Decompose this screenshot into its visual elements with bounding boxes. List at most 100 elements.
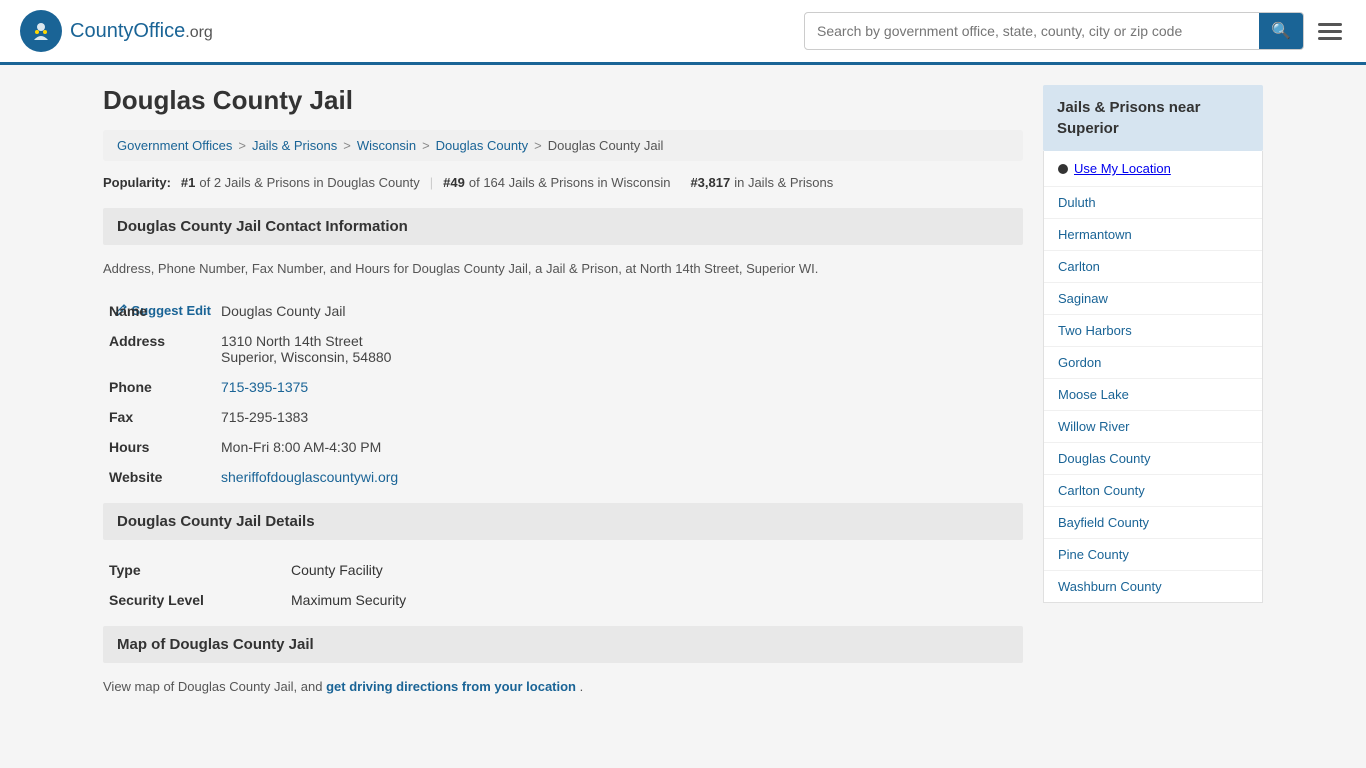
list-item: Gordon (1044, 347, 1262, 379)
contact-table: Suggest Edit Name Douglas County Jail Ad… (103, 295, 1023, 493)
popularity-label: Popularity: (103, 175, 171, 190)
breadcrumb-sep-1: > (238, 138, 246, 153)
page-title: Douglas County Jail (103, 85, 1023, 116)
details-section-header: Douglas County Jail Details (103, 503, 1023, 540)
security-label: Security Level (109, 592, 204, 608)
table-row: Suggest Edit Name Douglas County Jail (105, 297, 1021, 325)
menu-icon-line1 (1318, 23, 1342, 26)
logo: CountyOffice.org (20, 10, 213, 52)
header: CountyOffice.org 🔍 (0, 0, 1366, 65)
breadcrumb-item-gov[interactable]: Government Offices (117, 138, 232, 153)
search-bar: 🔍 (804, 12, 1304, 50)
search-button[interactable]: 🔍 (1259, 13, 1303, 49)
list-item: Willow River (1044, 411, 1262, 443)
use-my-location-item[interactable]: Use My Location (1044, 151, 1262, 187)
menu-icon-line2 (1318, 30, 1342, 33)
sidebar-link-bayfield-county[interactable]: Bayfield County (1058, 515, 1149, 530)
list-item: Two Harbors (1044, 315, 1262, 347)
table-row: Fax 715-295-1383 (105, 403, 1021, 431)
address-label: Address (109, 333, 165, 349)
logo-text: CountyOffice.org (70, 20, 213, 43)
website-link[interactable]: sheriffofdouglascountywi.org (221, 469, 398, 485)
breadcrumb-sep-3: > (422, 138, 430, 153)
breadcrumb-item-state[interactable]: Wisconsin (357, 138, 416, 153)
pop-sep-1: | (430, 175, 433, 190)
type-label: Type (109, 562, 141, 578)
sidebar-link-willow-river[interactable]: Willow River (1058, 419, 1130, 434)
sidebar-header: Jails & Prisons near Superior (1043, 85, 1263, 151)
list-item: Douglas County (1044, 443, 1262, 475)
breadcrumb-sep-4: > (534, 138, 542, 153)
pop-item-2: #49 of 164 Jails & Prisons in Wisconsin (443, 175, 670, 190)
list-item: Bayfield County (1044, 507, 1262, 539)
main-content: Douglas County Jail Government Offices >… (103, 85, 1023, 696)
search-icon: 🔍 (1271, 23, 1291, 40)
fax-label: Fax (109, 409, 133, 425)
fax-value: 715-295-1383 (217, 403, 1021, 431)
search-input[interactable] (805, 15, 1259, 47)
sidebar-link-carlton-county[interactable]: Carlton County (1058, 483, 1145, 498)
table-row: Security Level Maximum Security (105, 586, 1021, 614)
popularity-bar: Popularity: #1 of 2 Jails & Prisons in D… (103, 175, 1023, 190)
pop-rank-1: #1 (181, 175, 195, 190)
list-item: Moose Lake (1044, 379, 1262, 411)
sidebar: Jails & Prisons near Superior Use My Loc… (1043, 85, 1263, 696)
name-label: Name (109, 303, 147, 319)
main-container: Douglas County Jail Government Offices >… (83, 85, 1283, 696)
phone-value: 715-395-1375 (217, 373, 1021, 401)
pop-text-3: in Jails & Prisons (734, 175, 833, 190)
breadcrumb-sep-2: > (343, 138, 351, 153)
table-row: Website sheriffofdouglascountywi.org (105, 463, 1021, 491)
breadcrumb-item-current: Douglas County Jail (548, 138, 664, 153)
breadcrumb: Government Offices > Jails & Prisons > W… (103, 130, 1023, 161)
details-table: Type County Facility Security Level Maxi… (103, 554, 1023, 616)
table-row: Address 1310 North 14th Street Superior,… (105, 327, 1021, 371)
address-value: 1310 North 14th Street Superior, Wiscons… (217, 327, 1021, 371)
use-my-location-link[interactable]: Use My Location (1074, 161, 1171, 176)
list-item: Washburn County (1044, 571, 1262, 602)
breadcrumb-item-jails[interactable]: Jails & Prisons (252, 138, 337, 153)
pop-item-1: #1 of 2 Jails & Prisons in Douglas Count… (181, 175, 420, 190)
pop-text-2: of 164 Jails & Prisons in Wisconsin (469, 175, 671, 190)
sidebar-link-carlton[interactable]: Carlton (1058, 259, 1100, 274)
sidebar-link-saginaw[interactable]: Saginaw (1058, 291, 1108, 306)
website-value: sheriffofdouglascountywi.org (217, 463, 1021, 491)
sidebar-link-douglas-county[interactable]: Douglas County (1058, 451, 1151, 466)
directions-link[interactable]: get driving directions from your locatio… (326, 679, 576, 694)
list-item: Carlton (1044, 251, 1262, 283)
list-item: Saginaw (1044, 283, 1262, 315)
sidebar-link-moose-lake[interactable]: Moose Lake (1058, 387, 1129, 402)
table-row: Type County Facility (105, 556, 1021, 584)
list-item: Hermantown (1044, 219, 1262, 251)
sidebar-link-pine-county[interactable]: Pine County (1058, 547, 1129, 562)
name-value: Douglas County Jail (217, 297, 1021, 325)
phone-label: Phone (109, 379, 152, 395)
security-value: Maximum Security (287, 586, 1021, 614)
menu-icon-line3 (1318, 37, 1342, 40)
sidebar-link-two-harbors[interactable]: Two Harbors (1058, 323, 1132, 338)
phone-link[interactable]: 715-395-1375 (221, 379, 308, 395)
sidebar-link-gordon[interactable]: Gordon (1058, 355, 1101, 370)
sidebar-list: Use My Location Duluth Hermantown Carlto… (1043, 151, 1263, 603)
breadcrumb-item-county[interactable]: Douglas County (436, 138, 529, 153)
sidebar-link-duluth[interactable]: Duluth (1058, 195, 1096, 210)
list-item: Pine County (1044, 539, 1262, 571)
table-row: Phone 715-395-1375 (105, 373, 1021, 401)
menu-button[interactable] (1314, 19, 1346, 44)
map-section-header: Map of Douglas County Jail (103, 626, 1023, 663)
contact-section-header: Douglas County Jail Contact Information (103, 208, 1023, 245)
contact-description: Address, Phone Number, Fax Number, and H… (103, 259, 1023, 279)
list-item: Duluth (1044, 187, 1262, 219)
header-right: 🔍 (804, 12, 1346, 50)
logo-icon (20, 10, 62, 52)
pop-item-3: #3,817 in Jails & Prisons (690, 175, 833, 190)
sidebar-link-washburn-county[interactable]: Washburn County (1058, 579, 1162, 594)
hours-value: Mon-Fri 8:00 AM-4:30 PM (217, 433, 1021, 461)
sidebar-link-hermantown[interactable]: Hermantown (1058, 227, 1132, 242)
pop-rank-2: #49 (443, 175, 465, 190)
pop-rank-3: #3,817 (690, 175, 730, 190)
hours-label: Hours (109, 439, 149, 455)
type-value: County Facility (287, 556, 1021, 584)
list-item: Carlton County (1044, 475, 1262, 507)
map-description: View map of Douglas County Jail, and get… (103, 677, 1023, 697)
